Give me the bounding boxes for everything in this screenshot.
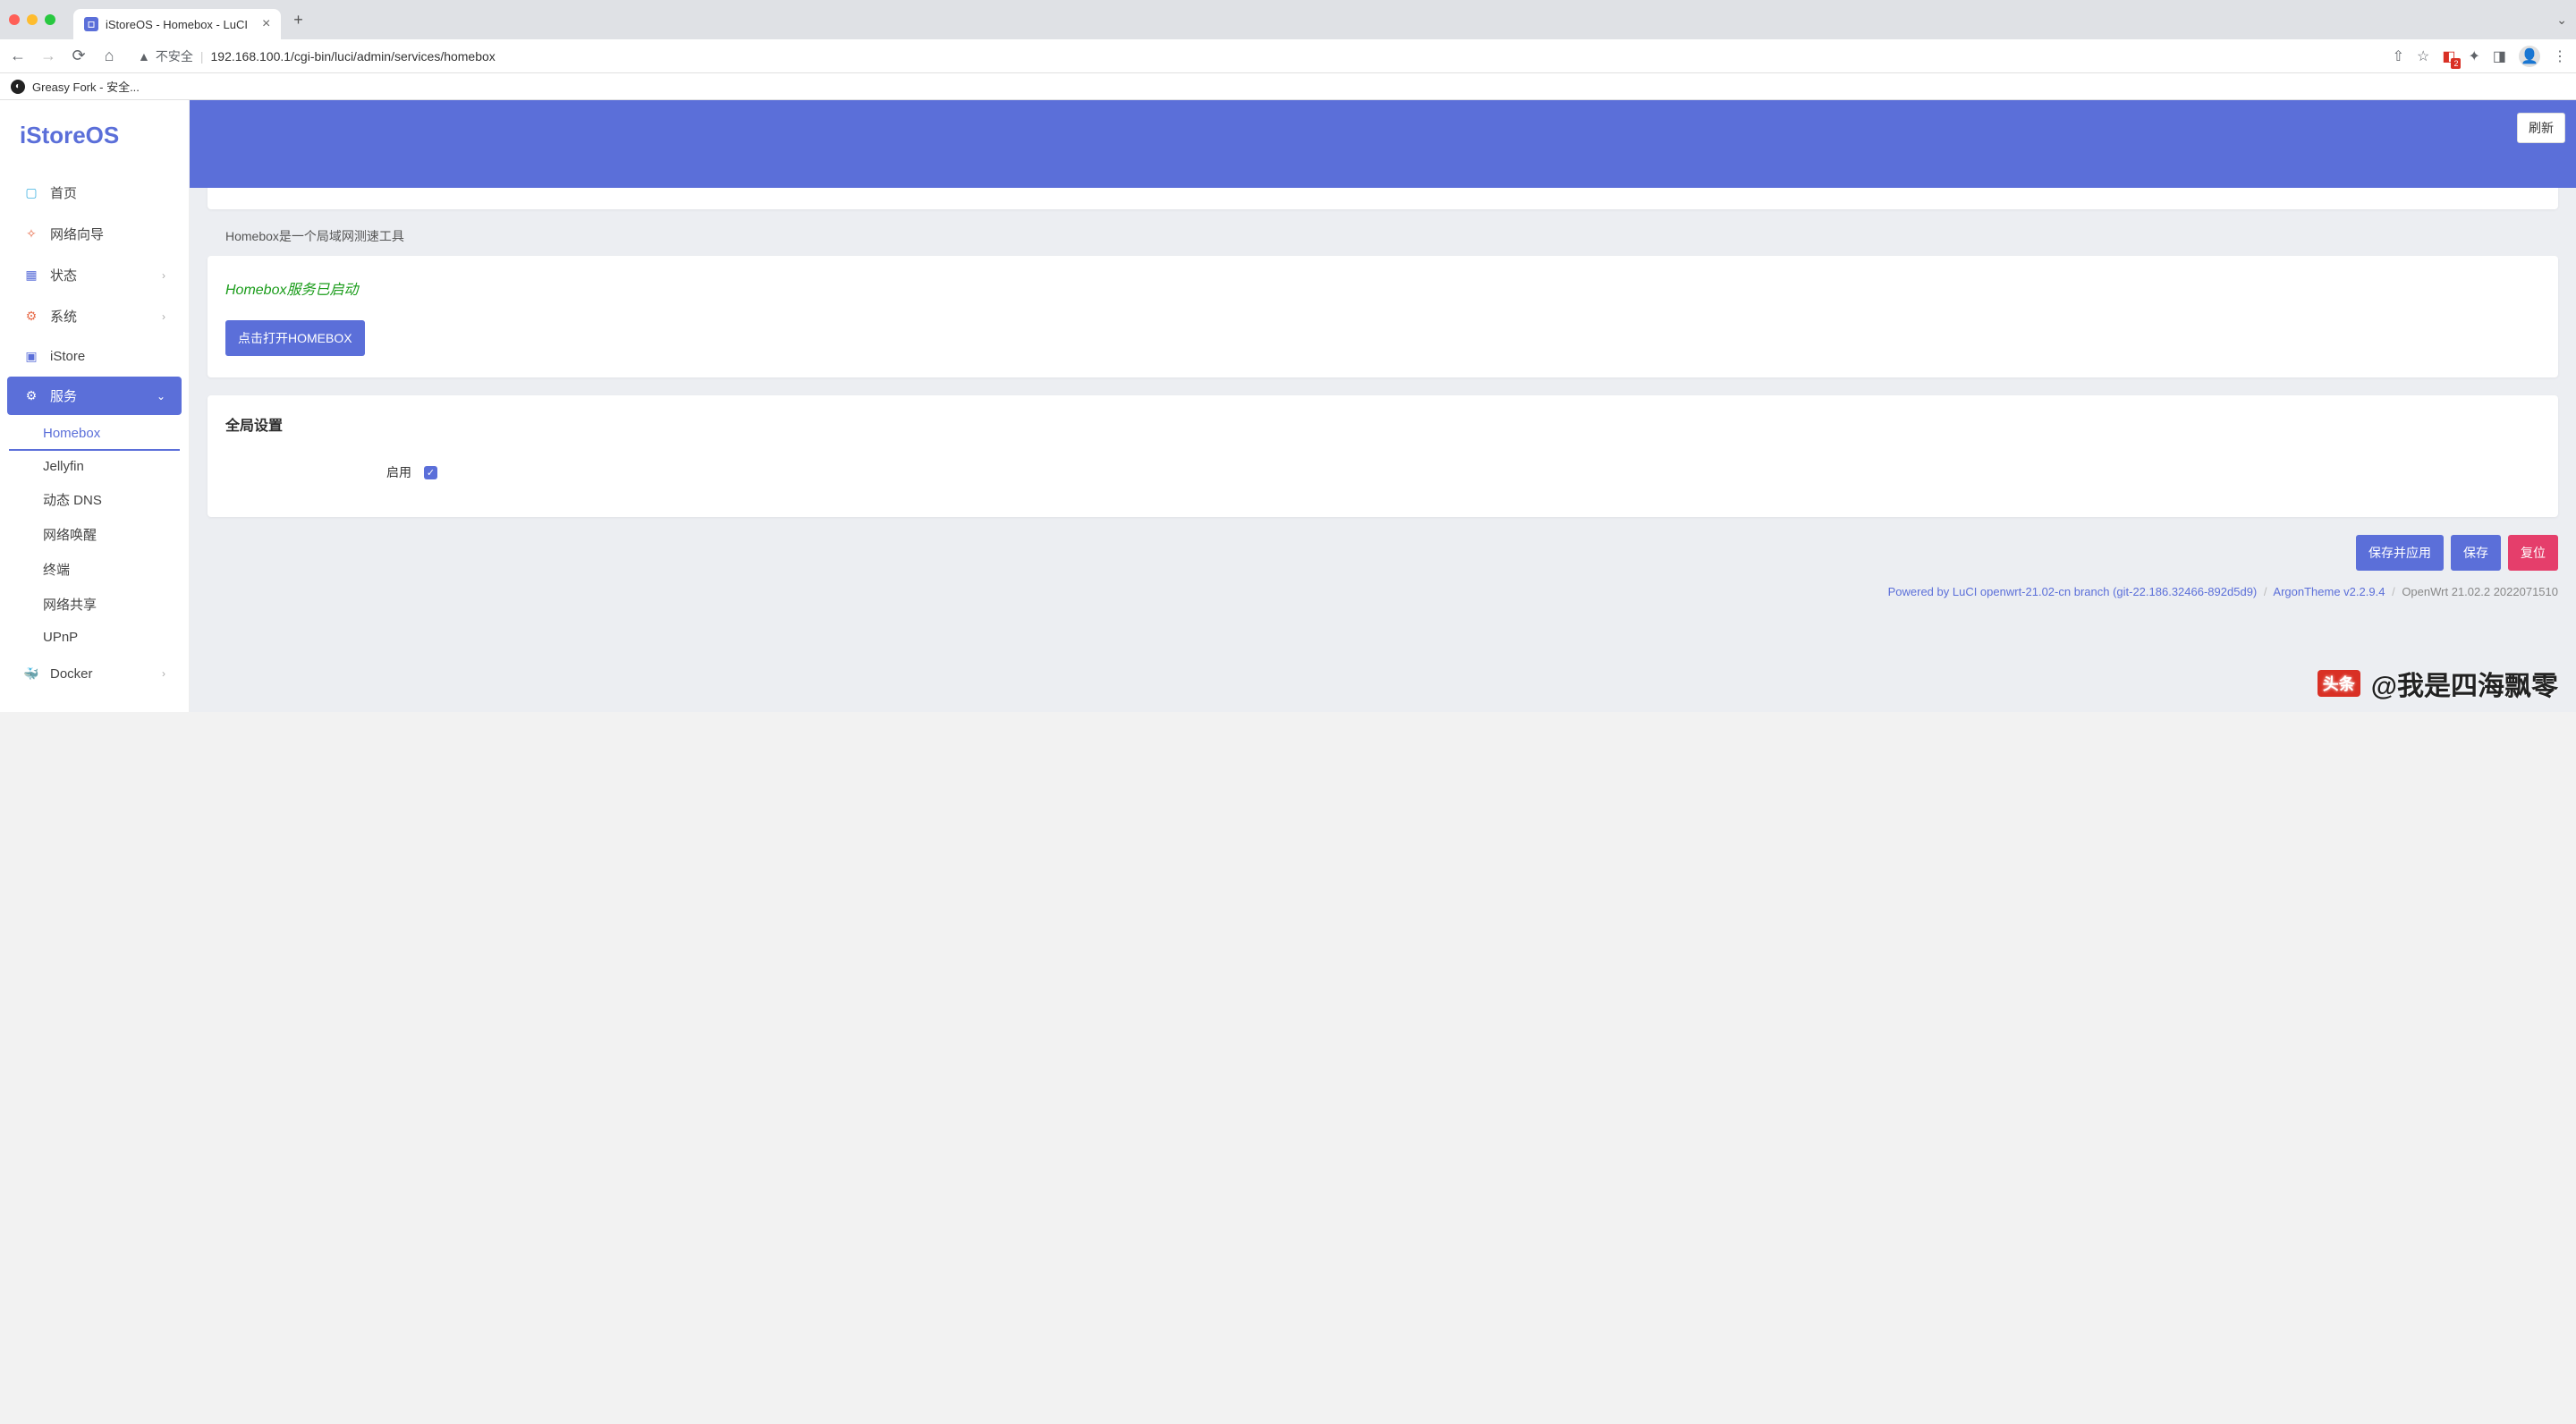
- watermark-text: @我是四海飘零: [2371, 664, 2558, 703]
- services-icon: ⚙: [23, 388, 39, 404]
- address-bar[interactable]: ▲ 不安全 | 192.168.100.1/cgi-bin/luci/admin…: [131, 47, 2380, 65]
- security-indicator[interactable]: ▲ 不安全: [138, 47, 193, 65]
- close-window-icon[interactable]: [9, 14, 20, 25]
- sidebar-subitem-wol[interactable]: 网络唤醒: [0, 517, 189, 552]
- page-description: Homebox是一个局域网测速工具: [208, 227, 2558, 256]
- sidebar-item-wizard[interactable]: ✧ 网络向导: [7, 215, 182, 253]
- header-banner: 刷新: [190, 100, 2576, 188]
- sidebar-subitem-homebox[interactable]: Homebox: [9, 418, 180, 451]
- sidebar-item-label: iStore: [50, 349, 85, 364]
- sidebar-item-label: 系统: [50, 307, 77, 326]
- chevron-right-icon: ›: [162, 310, 165, 323]
- sidebar: iStoreOS ▢ 首页 ✧ 网络向导 ▦ 状态 › ⚙ 系统 › ▣ iSt…: [0, 100, 190, 712]
- chevron-right-icon: ›: [162, 269, 165, 282]
- footer-openwrt: OpenWrt 21.02.2 2022071510: [2402, 585, 2558, 598]
- refresh-button[interactable]: 刷新: [2517, 113, 2565, 143]
- browser-tab-strip: ◻ iStoreOS - Homebox - LuCI × + ⌄: [0, 0, 2576, 39]
- chevron-right-icon: ›: [162, 667, 165, 680]
- status-icon: ▦: [23, 267, 39, 284]
- sidebar-subitem-jellyfin[interactable]: Jellyfin: [0, 451, 189, 482]
- sidebar-subitem-terminal[interactable]: 终端: [0, 552, 189, 587]
- insecure-label: 不安全: [156, 47, 193, 65]
- profile-avatar[interactable]: 👤: [2519, 46, 2540, 67]
- sidebar-subitem-upnp[interactable]: UPnP: [0, 622, 189, 653]
- action-buttons: 保存并应用 保存 复位: [190, 535, 2576, 580]
- bookmark-star-icon[interactable]: ☆: [2417, 47, 2429, 65]
- reload-button[interactable]: ⟳: [70, 47, 88, 65]
- sidebar-item-label: 首页: [50, 183, 77, 202]
- toolbar-actions: ⇧ ☆ ◧ 2 ✦ ◨ 👤 ⋮: [2393, 46, 2567, 67]
- chevron-down-icon[interactable]: ⌄: [2556, 13, 2567, 28]
- warning-icon: ▲: [138, 49, 150, 64]
- sidebar-item-services[interactable]: ⚙ 服务 ⌄: [7, 377, 182, 415]
- footer: Powered by LuCI openwrt-21.02-cn branch …: [190, 580, 2576, 604]
- close-tab-icon[interactable]: ×: [262, 16, 270, 32]
- sidebar-item-label: 状态: [50, 266, 77, 284]
- sidebar-item-label: 网络向导: [50, 225, 104, 243]
- sidebar-item-label: 服务: [50, 386, 77, 405]
- sidebar-item-docker[interactable]: 🐳 Docker ›: [7, 656, 182, 691]
- app-container: iStoreOS ▢ 首页 ✧ 网络向导 ▦ 状态 › ⚙ 系统 › ▣ iSt…: [0, 100, 2576, 712]
- gear-icon: ⚙: [23, 309, 39, 325]
- browser-toolbar: ← → ⟳ ⌂ ▲ 不安全 | 192.168.100.1/cgi-bin/lu…: [0, 39, 2576, 73]
- home-icon: ▢: [23, 185, 39, 201]
- forward-button[interactable]: →: [39, 47, 57, 65]
- extension-badge: 2: [2451, 58, 2461, 69]
- separator: /: [2392, 585, 2395, 598]
- enable-checkbox[interactable]: ✓: [424, 466, 437, 479]
- sidebar-item-label: Docker: [50, 666, 93, 682]
- save-button[interactable]: 保存: [2451, 535, 2501, 571]
- share-icon[interactable]: ⇧: [2393, 47, 2404, 65]
- url-text: 192.168.100.1/cgi-bin/luci/admin/service…: [211, 49, 496, 64]
- save-apply-button[interactable]: 保存并应用: [2356, 535, 2444, 571]
- enable-setting-row: 启用 ✓: [225, 463, 2540, 481]
- brand-logo[interactable]: iStoreOS: [0, 116, 189, 171]
- section-title: 全局设置: [225, 413, 2540, 435]
- extensions-icon[interactable]: ✦: [2468, 47, 2479, 65]
- footer-luci-link[interactable]: Powered by LuCI openwrt-21.02-cn branch …: [1888, 585, 2258, 598]
- footer-theme-link[interactable]: ArgonTheme v2.2.9.4: [2273, 585, 2385, 598]
- bookmarks-bar: ◐ Greasy Fork - 安全...: [0, 73, 2576, 100]
- sidebar-subitem-samba[interactable]: 网络共享: [0, 587, 189, 622]
- main-content: 刷新 Homebox Homebox是一个局域网测速工具 Homebox服务已启…: [190, 100, 2576, 712]
- sidebar-item-istore[interactable]: ▣ iStore: [7, 338, 182, 374]
- settings-card: 全局设置 启用 ✓: [208, 395, 2558, 517]
- extension-icon[interactable]: ◧ 2: [2442, 47, 2455, 65]
- watermark-brand-icon: 头条: [2318, 670, 2360, 697]
- sidebar-item-home[interactable]: ▢ 首页: [7, 174, 182, 212]
- separator: |: [200, 49, 204, 64]
- watermark: 头条 @我是四海飘零: [2318, 664, 2558, 703]
- sidebar-subitem-ddns[interactable]: 动态 DNS: [0, 482, 189, 517]
- back-button[interactable]: ←: [9, 47, 27, 65]
- status-card: Homebox服务已启动 点击打开HOMEBOX: [208, 256, 2558, 377]
- sidepanel-icon[interactable]: ◨: [2493, 47, 2506, 65]
- bookmark-favicon-icon: ◐: [11, 80, 25, 94]
- tab-title: iStoreOS - Homebox - LuCI: [106, 18, 248, 31]
- home-button[interactable]: ⌂: [100, 47, 118, 65]
- status-text: Homebox服务已启动: [225, 277, 2540, 299]
- docker-icon: 🐳: [23, 665, 39, 682]
- store-icon: ▣: [23, 348, 39, 364]
- menu-icon[interactable]: ⋮: [2553, 47, 2567, 65]
- minimize-window-icon[interactable]: [27, 14, 38, 25]
- enable-label: 启用: [386, 463, 411, 481]
- browser-tab[interactable]: ◻ iStoreOS - Homebox - LuCI ×: [73, 9, 281, 39]
- wizard-icon: ✧: [23, 226, 39, 242]
- open-homebox-button[interactable]: 点击打开HOMEBOX: [225, 320, 365, 356]
- maximize-window-icon[interactable]: [45, 14, 55, 25]
- reset-button[interactable]: 复位: [2508, 535, 2558, 571]
- separator: /: [2264, 585, 2267, 598]
- new-tab-button[interactable]: +: [293, 11, 303, 30]
- bookmark-item[interactable]: Greasy Fork - 安全...: [32, 78, 140, 95]
- window-controls: [9, 14, 55, 25]
- favicon-icon: ◻: [84, 17, 98, 31]
- sidebar-item-system[interactable]: ⚙ 系统 ›: [7, 297, 182, 335]
- sidebar-item-status[interactable]: ▦ 状态 ›: [7, 256, 182, 294]
- chevron-down-icon: ⌄: [157, 390, 165, 403]
